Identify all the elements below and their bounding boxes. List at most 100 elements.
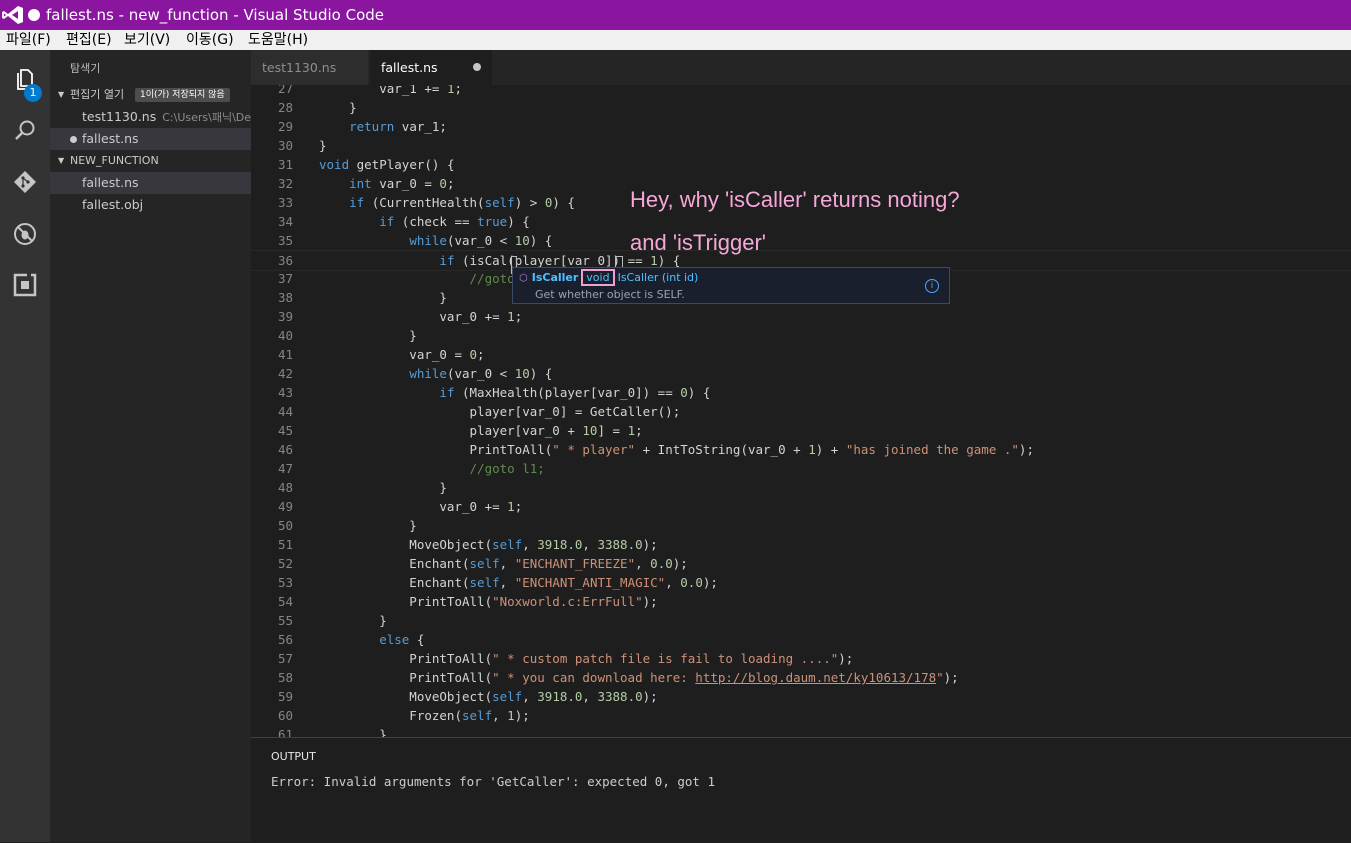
menu-view[interactable]: 보기(V) xyxy=(122,30,172,50)
code-line[interactable]: 27 var_1 += 1; xyxy=(251,85,1351,98)
code-line[interactable]: 48 } xyxy=(251,478,1351,497)
open-editor-item[interactable]: test1130.nsC:\Users\패닉\De... xyxy=(50,106,251,128)
line-number: 51 xyxy=(277,537,293,552)
code-line[interactable]: 56 else { xyxy=(251,630,1351,649)
code-line[interactable]: 45 player[var_0 + 10] = 1; xyxy=(251,421,1351,440)
code-text: Enchant(self, "ENCHANT_ANTI_MAGIC", 0.0)… xyxy=(319,575,718,590)
line-number: 60 xyxy=(277,708,293,723)
code-text: var_0 += 1; xyxy=(319,499,523,514)
code-text: PrintToAll(" * player" + IntToString(var… xyxy=(319,442,1034,457)
code-line[interactable]: 40 } xyxy=(251,326,1351,345)
code-line[interactable]: 54 PrintToAll("Noxworld.c:ErrFull"); xyxy=(251,592,1351,611)
menu-file[interactable]: 파일(F) xyxy=(4,30,53,50)
type-highlight: void xyxy=(581,269,615,286)
code-line[interactable]: 44 player[var_0] = GetCaller(); xyxy=(251,402,1351,421)
code-line[interactable]: 49 var_0 += 1; xyxy=(251,497,1351,516)
line-number: 49 xyxy=(277,499,293,514)
info-icon[interactable]: i xyxy=(925,279,939,293)
open-editor-item[interactable]: fallest.ns xyxy=(50,128,251,150)
line-number: 54 xyxy=(277,594,293,609)
code-line[interactable]: 46 PrintToAll(" * player" + IntToString(… xyxy=(251,440,1351,459)
code-line[interactable]: 58 PrintToAll(" * you can download here:… xyxy=(251,668,1351,687)
search-activity[interactable] xyxy=(0,105,50,155)
menu-edit[interactable]: 편집(E) xyxy=(64,30,114,50)
folder-header[interactable]: ▼ NEW_FUNCTION xyxy=(50,150,251,172)
explorer-sidebar: 탐색기 ▼ 편집기 열기 1이(가) 저장되지 않음 test1130.ns C:… xyxy=(50,50,251,842)
code-text: return var_1; xyxy=(349,119,447,134)
chevron-down-icon: ▼ xyxy=(58,90,65,99)
editor-tabs: test1130.ns fallest.ns xyxy=(251,50,1351,85)
line-number: 31 xyxy=(277,157,293,172)
code-text: else { xyxy=(379,632,425,647)
code-line[interactable]: 41 var_0 = 0; xyxy=(251,345,1351,364)
code-text: MoveObject(self, 3918.0, 3388.0); xyxy=(319,537,658,552)
code-line[interactable]: 47 //goto l1; xyxy=(251,459,1351,478)
line-number: 52 xyxy=(277,556,293,571)
code-line[interactable]: 61 } xyxy=(251,725,1351,737)
code-line[interactable]: 52 Enchant(self, "ENCHANT_FREEZE", 0.0); xyxy=(251,554,1351,573)
code-line[interactable]: 29 return var_1; xyxy=(251,117,1351,136)
line-number: 57 xyxy=(277,651,293,666)
code-line[interactable]: 28 } xyxy=(251,98,1351,117)
title-bar: fallest.ns - new_function - Visual Studi… xyxy=(0,0,1351,30)
code-line[interactable]: 39 var_0 += 1; xyxy=(251,307,1351,326)
code-line[interactable]: 50 } xyxy=(251,516,1351,535)
code-line[interactable]: 42 while(var_0 < 10) { xyxy=(251,364,1351,383)
folder-file-item[interactable]: fallest.obj xyxy=(50,194,251,216)
extensions-icon xyxy=(13,273,37,297)
line-number: 56 xyxy=(277,632,293,647)
explorer-badge: 1 xyxy=(24,84,42,102)
line-number: 36 xyxy=(277,253,293,268)
source-control-activity[interactable] xyxy=(0,157,50,207)
debug-activity[interactable] xyxy=(0,209,50,259)
search-icon xyxy=(15,120,35,140)
code-line[interactable]: 53 Enchant(self, "ENCHANT_ANTI_MAGIC", 0… xyxy=(251,573,1351,592)
folder-file-item[interactable]: fallest.ns xyxy=(50,172,251,194)
code-text: if (MaxHealth(player[var_0]) == 0) { xyxy=(439,385,711,400)
code-text: //goto l1; xyxy=(469,461,545,476)
panel-title[interactable]: OUTPUT xyxy=(271,750,316,763)
code-line[interactable]: 51 MoveObject(self, 3918.0, 3388.0); xyxy=(251,535,1351,554)
menu-bar: 파일(F) 편집(E) 보기(V) 이동(G) 도움말(H) xyxy=(0,30,1351,50)
line-number: 34 xyxy=(277,214,293,229)
menu-help[interactable]: 도움말(H) xyxy=(246,30,310,50)
tab-fallest[interactable]: fallest.ns xyxy=(370,50,492,85)
code-text: } xyxy=(319,518,417,533)
signature-hover: ⬡ IsCaller void IsCaller (int id) Get wheth… xyxy=(512,267,950,304)
explorer-activity[interactable]: 1 xyxy=(0,54,50,104)
code-line[interactable]: 59 MoveObject(self, 3918.0, 3388.0); xyxy=(251,687,1351,706)
line-number: 30 xyxy=(277,138,293,153)
code-line[interactable]: 60 Frozen(self, 1); xyxy=(251,706,1351,725)
extensions-activity[interactable] xyxy=(0,260,50,310)
annotation-text: Hey, why 'isCaller' returns noting? xyxy=(630,187,960,212)
line-number: 50 xyxy=(277,518,293,533)
code-text: if (check == true) { xyxy=(379,214,530,229)
code-line[interactable]: 57 PrintToAll(" * custom patch file is f… xyxy=(251,649,1351,668)
line-number: 32 xyxy=(277,176,293,191)
code-text: PrintToAll(" * custom patch file is fail… xyxy=(319,651,854,666)
tab-test1130[interactable]: test1130.ns xyxy=(251,50,368,85)
code-line[interactable]: 31 void getPlayer() { xyxy=(251,155,1351,174)
unsaved-dot-icon[interactable] xyxy=(473,63,481,71)
code-line[interactable]: 43 if (MaxHealth(player[var_0]) == 0) { xyxy=(251,383,1351,402)
code-text: PrintToAll("Noxworld.c:ErrFull"); xyxy=(319,594,658,609)
code-text: } xyxy=(319,328,417,343)
annotation-text: and 'isTrigger' xyxy=(630,230,766,255)
code-text: //goto xyxy=(469,271,515,286)
code-line[interactable]: 55 } xyxy=(251,611,1351,630)
code-editor[interactable]: 27 var_1 += 1; 28 } 29 return var_1; 30} 31 v… xyxy=(251,85,1351,737)
line-number: 59 xyxy=(277,689,293,704)
chevron-down-icon: ▼ xyxy=(58,156,65,165)
menu-go[interactable]: 이동(G) xyxy=(184,30,236,50)
code-text: } xyxy=(319,100,357,115)
line-number: 28 xyxy=(277,100,293,115)
open-editors-header[interactable]: ▼ 편집기 열기 1이(가) 저장되지 않음 xyxy=(50,84,251,106)
line-number: 48 xyxy=(277,480,293,495)
line-number: 45 xyxy=(277,423,293,438)
code-line[interactable]: 34 if (check == true) { xyxy=(251,212,1351,231)
line-number: 42 xyxy=(277,366,293,381)
code-line[interactable]: 30} xyxy=(251,136,1351,155)
code-text: while(var_0 < 10) { xyxy=(409,233,553,248)
output-text: Error: Invalid arguments for 'GetCaller'… xyxy=(271,774,716,789)
code-line[interactable]: 35 while(var_0 < 10) { xyxy=(251,231,1351,250)
